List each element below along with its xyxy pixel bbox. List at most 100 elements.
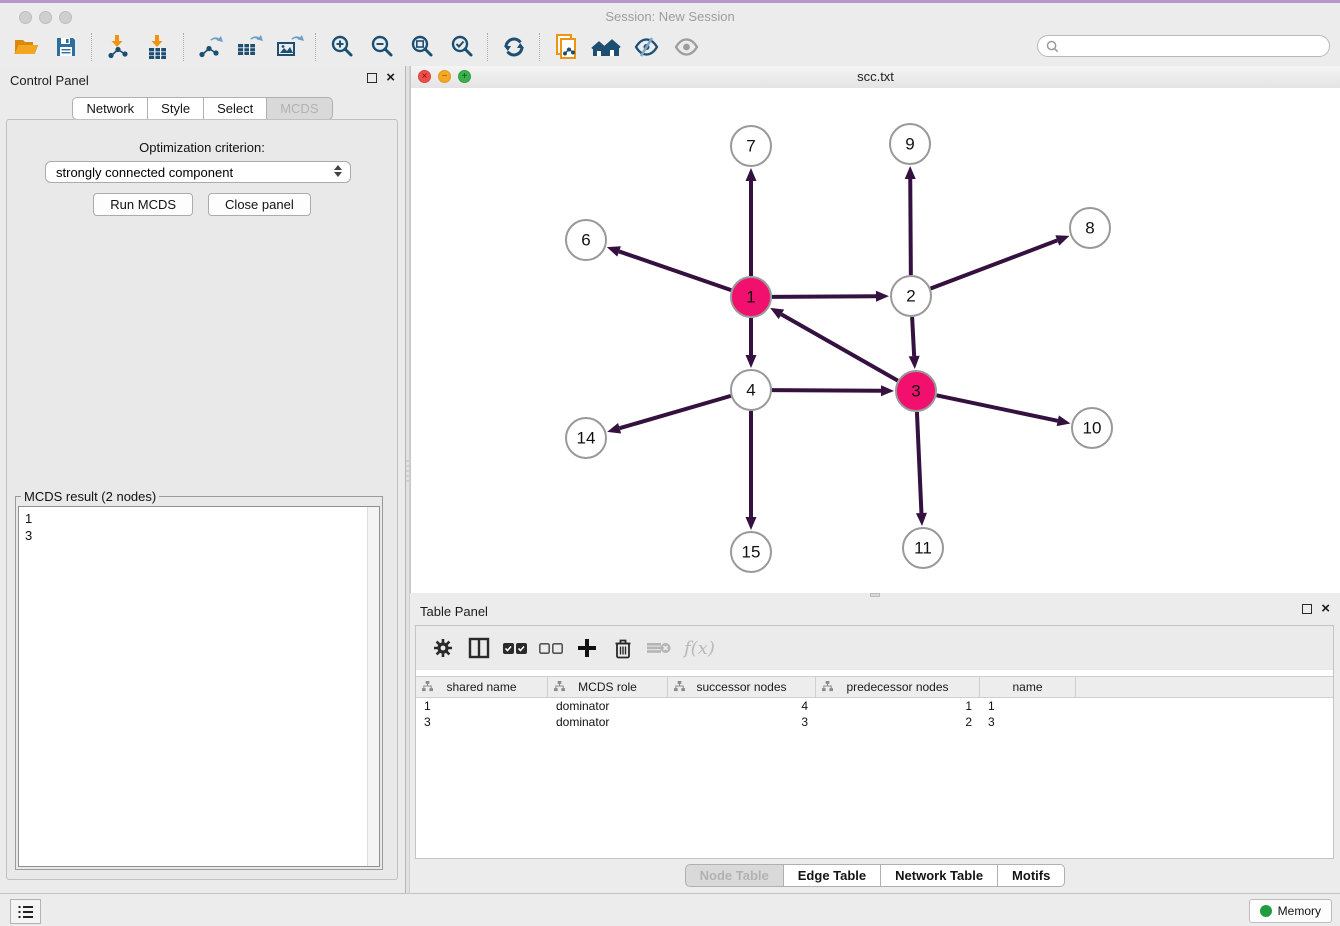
zoom-selected-button[interactable] [442, 30, 482, 64]
tab-style[interactable]: Style [147, 97, 204, 120]
edge-1-2[interactable] [772, 296, 876, 297]
add-column-button[interactable] [572, 633, 602, 663]
close-panel-button[interactable]: Close panel [208, 193, 311, 216]
mcds-result-box: MCDS result (2 nodes) 13 [15, 496, 383, 870]
column-header-shared-name[interactable]: shared name [416, 677, 548, 697]
tab-motifs[interactable]: Motifs [997, 864, 1065, 887]
node-label: 8 [1085, 219, 1094, 238]
hide-graphics-details-button[interactable] [626, 30, 666, 64]
edge-2-3[interactable] [912, 317, 914, 356]
column-header-name[interactable]: name [980, 677, 1076, 697]
table-cell[interactable]: 1 [980, 698, 1076, 714]
node-label: 6 [581, 231, 590, 250]
control-panel-title: Control Panel [10, 73, 89, 88]
column-header-successor-nodes[interactable]: successor nodes [668, 677, 816, 697]
tab-mcds[interactable]: MCDS [266, 97, 332, 120]
graph-node-3[interactable]: 3 [896, 371, 936, 411]
edge-1-6[interactable] [619, 251, 731, 290]
graph-node-8[interactable]: 8 [1070, 208, 1110, 248]
edge-4-3[interactable] [772, 390, 881, 391]
import-network-button[interactable] [98, 30, 138, 64]
edge-2-8[interactable] [931, 240, 1058, 288]
close-panel-icon[interactable]: × [1321, 604, 1330, 614]
arrowhead-3-10 [1057, 415, 1071, 426]
mcds-result-textarea[interactable]: 13 [18, 506, 380, 867]
zoom-out-button[interactable] [362, 30, 402, 64]
tab-select[interactable]: Select [203, 97, 267, 120]
show-graphics-details-button[interactable] [666, 30, 706, 64]
export-image-button[interactable] [270, 30, 310, 64]
columns-icon [468, 637, 490, 659]
apply-layout-button[interactable] [494, 30, 534, 64]
optimization-dropdown[interactable]: strongly connected component [45, 161, 351, 183]
mcds-result-title: MCDS result (2 nodes) [21, 489, 159, 504]
memory-button[interactable]: Memory [1249, 899, 1332, 923]
select-all-button[interactable] [500, 633, 530, 663]
show-columns-button[interactable] [464, 633, 494, 663]
table-cell[interactable]: dominator [548, 698, 668, 714]
edge-3-1[interactable] [781, 314, 897, 380]
network-graph[interactable]: 7 9 6 8 1 2 4 3 14 10 15 11 [411, 88, 1340, 593]
deselect-all-button[interactable] [536, 633, 566, 663]
duplicate-network-view-button[interactable] [546, 30, 586, 64]
tab-network-table[interactable]: Network Table [880, 864, 998, 887]
table-cell[interactable]: dominator [548, 714, 668, 730]
table-header-row: shared nameMCDS rolesuccessor nodesprede… [416, 676, 1333, 698]
graph-node-7[interactable]: 7 [731, 126, 771, 166]
open-session-button[interactable] [6, 30, 46, 64]
splitter-grip[interactable] [406, 460, 409, 482]
zoom-fit-button[interactable] [402, 30, 442, 64]
result-scrollbar[interactable] [367, 507, 379, 866]
table-row[interactable]: 1dominator411 [416, 698, 1333, 714]
delete-table-icon [646, 639, 672, 657]
graph-node-14[interactable]: 14 [566, 418, 606, 458]
import-table-icon [145, 34, 171, 60]
tab-edge-table[interactable]: Edge Table [783, 864, 881, 887]
search-input[interactable] [1064, 38, 1329, 54]
table-cell[interactable]: 1 [416, 698, 548, 714]
table-cell[interactable]: 1 [816, 698, 980, 714]
graph-node-15[interactable]: 15 [731, 532, 771, 572]
export-network-button[interactable] [190, 30, 230, 64]
table-options-button[interactable] [428, 633, 458, 663]
table-cell[interactable]: 3 [980, 714, 1076, 730]
table-cell[interactable]: 3 [416, 714, 548, 730]
edge-2-9[interactable] [910, 179, 911, 275]
function-builder-button[interactable]: f(x) [684, 638, 715, 659]
edge-3-11[interactable] [917, 412, 922, 513]
node-label: 11 [914, 539, 932, 558]
graph-node-1[interactable]: 1 [731, 277, 771, 317]
graph-node-9[interactable]: 9 [890, 124, 930, 164]
table-cell[interactable]: 2 [816, 714, 980, 730]
search-box[interactable] [1037, 35, 1330, 57]
home-button[interactable] [586, 30, 626, 64]
tab-node-table[interactable]: Node Table [685, 864, 784, 887]
save-session-button[interactable] [46, 30, 86, 64]
float-panel-icon[interactable] [367, 73, 377, 83]
export-table-button[interactable] [230, 30, 270, 64]
delete-columns-button[interactable] [608, 633, 638, 663]
import-table-button[interactable] [138, 30, 178, 64]
delete-table-button[interactable] [644, 633, 674, 663]
edge-4-14[interactable] [620, 396, 731, 428]
graph-node-4[interactable]: 4 [731, 370, 771, 410]
run-mcds-button[interactable]: Run MCDS [93, 193, 193, 216]
graph-node-6[interactable]: 6 [566, 220, 606, 260]
table-row[interactable]: 3dominator323 [416, 714, 1333, 730]
table-cell[interactable]: 3 [668, 714, 816, 730]
edge-3-10[interactable] [937, 395, 1058, 420]
column-header-predecessor-nodes[interactable]: predecessor nodes [816, 677, 980, 697]
float-panel-icon[interactable] [1302, 604, 1312, 614]
table-cell[interactable]: 4 [668, 698, 816, 714]
graph-node-10[interactable]: 10 [1072, 408, 1112, 448]
column-header-mcds-role[interactable]: MCDS role [548, 677, 668, 697]
graph-node-11[interactable]: 11 [903, 528, 943, 568]
toolbar-separator [91, 33, 93, 61]
graph-node-2[interactable]: 2 [891, 276, 931, 316]
zoom-in-button[interactable] [322, 30, 362, 64]
close-panel-icon[interactable]: × [386, 73, 395, 83]
tab-network[interactable]: Network [72, 97, 148, 120]
trash-icon [613, 637, 633, 659]
network-canvas[interactable]: 7 9 6 8 1 2 4 3 14 10 15 11 [411, 88, 1340, 593]
task-history-button[interactable] [10, 899, 41, 924]
